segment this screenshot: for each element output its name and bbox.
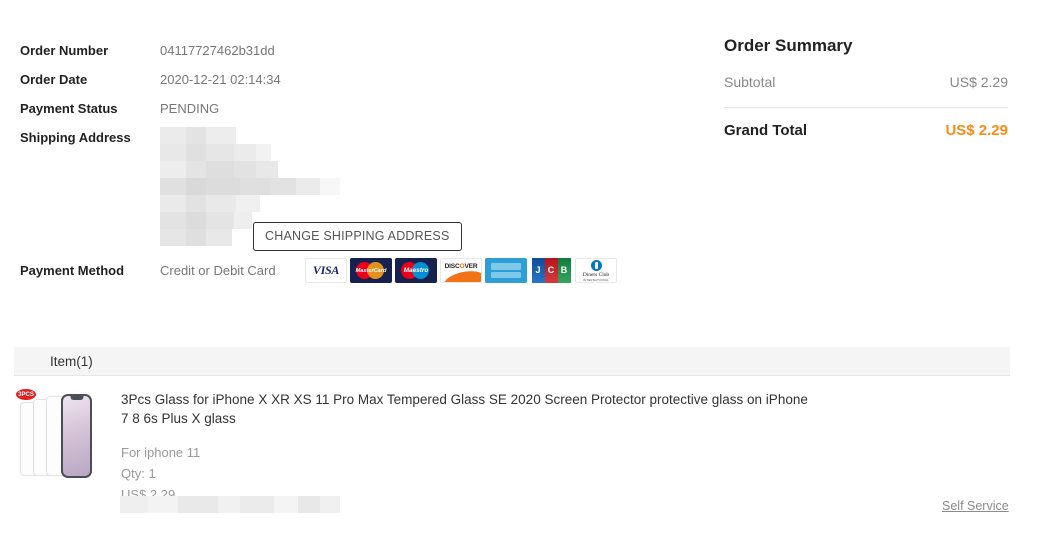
product-thumbnail[interactable]: 3PCS bbox=[14, 386, 100, 486]
grand-total-label: Grand Total bbox=[724, 122, 808, 139]
product-details: 3Pcs Glass for iPhone X XR XS 11 Pro Max… bbox=[121, 390, 811, 505]
redaction-mosaic bbox=[120, 496, 340, 513]
payment-method-value: Credit or Debit Card bbox=[160, 263, 276, 278]
phone-notch bbox=[70, 396, 83, 400]
order-date-row: Order Date 2020-12-21 02:14:34 bbox=[20, 69, 680, 98]
diners-club-icon: Diners Club INTERNATIONAL bbox=[575, 258, 617, 283]
order-date-label: Order Date bbox=[20, 72, 88, 87]
item-bottom-redacted bbox=[120, 496, 340, 513]
discover-icon: DISCOVER bbox=[440, 258, 482, 283]
payment-method-row: Payment Method Credit or Debit Card VISA… bbox=[20, 258, 617, 283]
change-shipping-address-button[interactable]: CHANGE SHIPPING ADDRESS bbox=[253, 222, 462, 251]
payment-method-label: Payment Method bbox=[20, 263, 125, 278]
payment-status-value: PENDING bbox=[160, 101, 220, 116]
phone-icon bbox=[61, 394, 92, 478]
order-date-value: 2020-12-21 02:14:34 bbox=[160, 72, 281, 87]
payment-status-row: Payment Status PENDING bbox=[20, 98, 680, 127]
product-variant: For iphone 11 bbox=[121, 445, 201, 460]
order-number-value: 04117727462b31dd bbox=[160, 43, 275, 58]
subtotal-row: Subtotal US$ 2.29 bbox=[724, 74, 1008, 107]
grand-total-row: Grand Total US$ 2.29 bbox=[724, 122, 1008, 139]
accepted-card-logos: VISA MasterCard Maestro DISCOVER J C B D… bbox=[305, 258, 617, 283]
thumbnail-badge: 3PCS bbox=[16, 389, 36, 400]
order-number-label: Order Number bbox=[20, 43, 109, 58]
summary-divider bbox=[724, 107, 1008, 108]
subtotal-value: US$ 2.29 bbox=[949, 74, 1008, 90]
item-count-label: Item(1) bbox=[50, 353, 93, 369]
order-number-row: Order Number 04117727462b31dd bbox=[20, 40, 680, 69]
payment-status-label: Payment Status bbox=[20, 101, 118, 116]
grand-total-value: US$ 2.29 bbox=[945, 122, 1008, 139]
order-summary-title: Order Summary bbox=[724, 36, 853, 55]
subtotal-label: Subtotal bbox=[724, 74, 776, 90]
maestro-icon: Maestro bbox=[395, 258, 437, 283]
order-summary-panel: Order Summary Subtotal US$ 2.29 Grand To… bbox=[724, 36, 1008, 139]
mastercard-icon: MasterCard bbox=[350, 258, 392, 283]
phone-screen bbox=[63, 396, 90, 476]
product-title[interactable]: 3Pcs Glass for iPhone X XR XS 11 Pro Max… bbox=[121, 390, 811, 428]
items-section-header: Item(1) bbox=[14, 347, 1010, 376]
product-quantity: Qty: 1 bbox=[121, 466, 156, 481]
shipping-address-label: Shipping Address bbox=[20, 130, 131, 145]
self-service-link[interactable]: Self Service bbox=[942, 499, 1009, 513]
visa-icon: VISA bbox=[305, 258, 347, 283]
order-info-panel: Order Number 04117727462b31dd Order Date… bbox=[20, 40, 680, 246]
jcb-icon: J C B bbox=[530, 258, 572, 283]
amex-icon bbox=[485, 258, 527, 283]
